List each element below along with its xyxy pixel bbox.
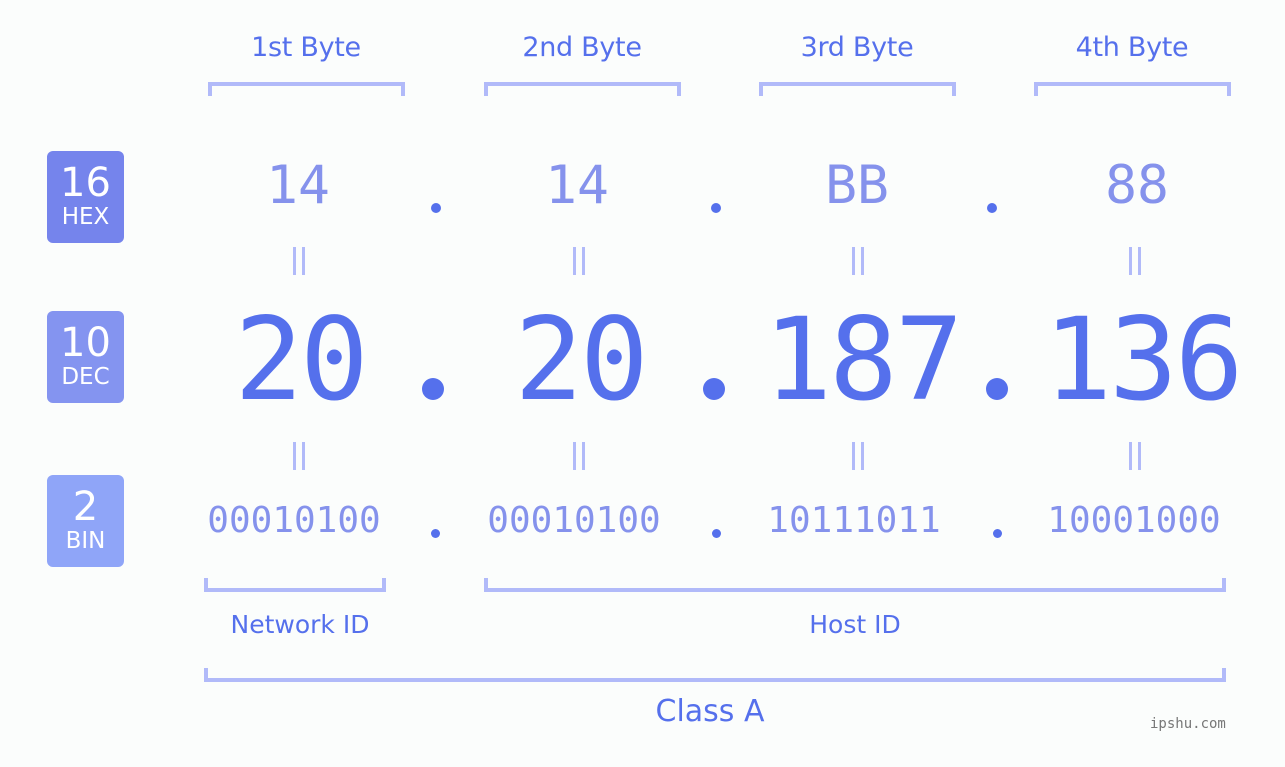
byte-header-3: 3rd Byte [800,32,914,63]
byte-bracket-4 [1034,82,1231,96]
byte-header-4: 4th Byte [1075,32,1189,63]
host-id-label: Host ID [809,610,901,639]
watermark: ipshu.com [1150,716,1226,732]
equals-icon [571,247,587,275]
dec-byte-3: 187 [763,293,964,426]
dec-badge-number: 10 [60,320,111,366]
equals-icon [291,247,307,275]
equals-icon [850,247,866,275]
hex-separator-dot [987,203,997,213]
class-label: Class A [655,694,765,729]
dec-badge: 10 DEC [47,311,124,403]
bin-separator-dot [993,529,1002,538]
dec-badge-label: DEC [61,364,110,390]
bin-separator-dot [431,529,440,538]
hex-byte-2: 14 [545,155,609,216]
dec-byte-2: 20 [514,293,648,426]
byte-header-1: 1st Byte [251,32,361,63]
bin-byte-3: 10111011 [767,500,941,541]
hex-badge: 16 HEX [47,151,124,243]
network-id-label: Network ID [230,610,370,639]
network-id-bracket [204,578,386,592]
byte-bracket-3 [759,82,956,96]
byte-bracket-1 [208,82,405,96]
bin-badge-label: BIN [65,528,106,554]
bin-byte-2: 00010100 [487,500,661,541]
dec-byte-4: 136 [1043,293,1244,426]
byte-header-2: 2nd Byte [522,32,642,63]
equals-icon [291,442,307,470]
equals-icon [1127,442,1143,470]
host-id-bracket [484,578,1226,592]
class-bracket [204,668,1226,682]
bin-byte-1: 00010100 [207,500,381,541]
dec-byte-1: 20 [234,293,368,426]
equals-icon [571,442,587,470]
hex-byte-3: BB [825,155,889,216]
bin-separator-dot [712,529,721,538]
bin-badge: 2 BIN [47,475,124,567]
bin-badge-number: 2 [72,484,99,530]
hex-separator-dot [711,203,721,213]
equals-icon [1127,247,1143,275]
equals-icon [850,442,866,470]
bin-byte-4: 10001000 [1047,500,1221,541]
hex-byte-1: 14 [266,155,330,216]
hex-separator-dot [431,203,441,213]
hex-badge-label: HEX [61,204,110,230]
hex-byte-4: 88 [1105,155,1169,216]
hex-badge-number: 16 [60,160,111,206]
byte-bracket-2 [484,82,681,96]
